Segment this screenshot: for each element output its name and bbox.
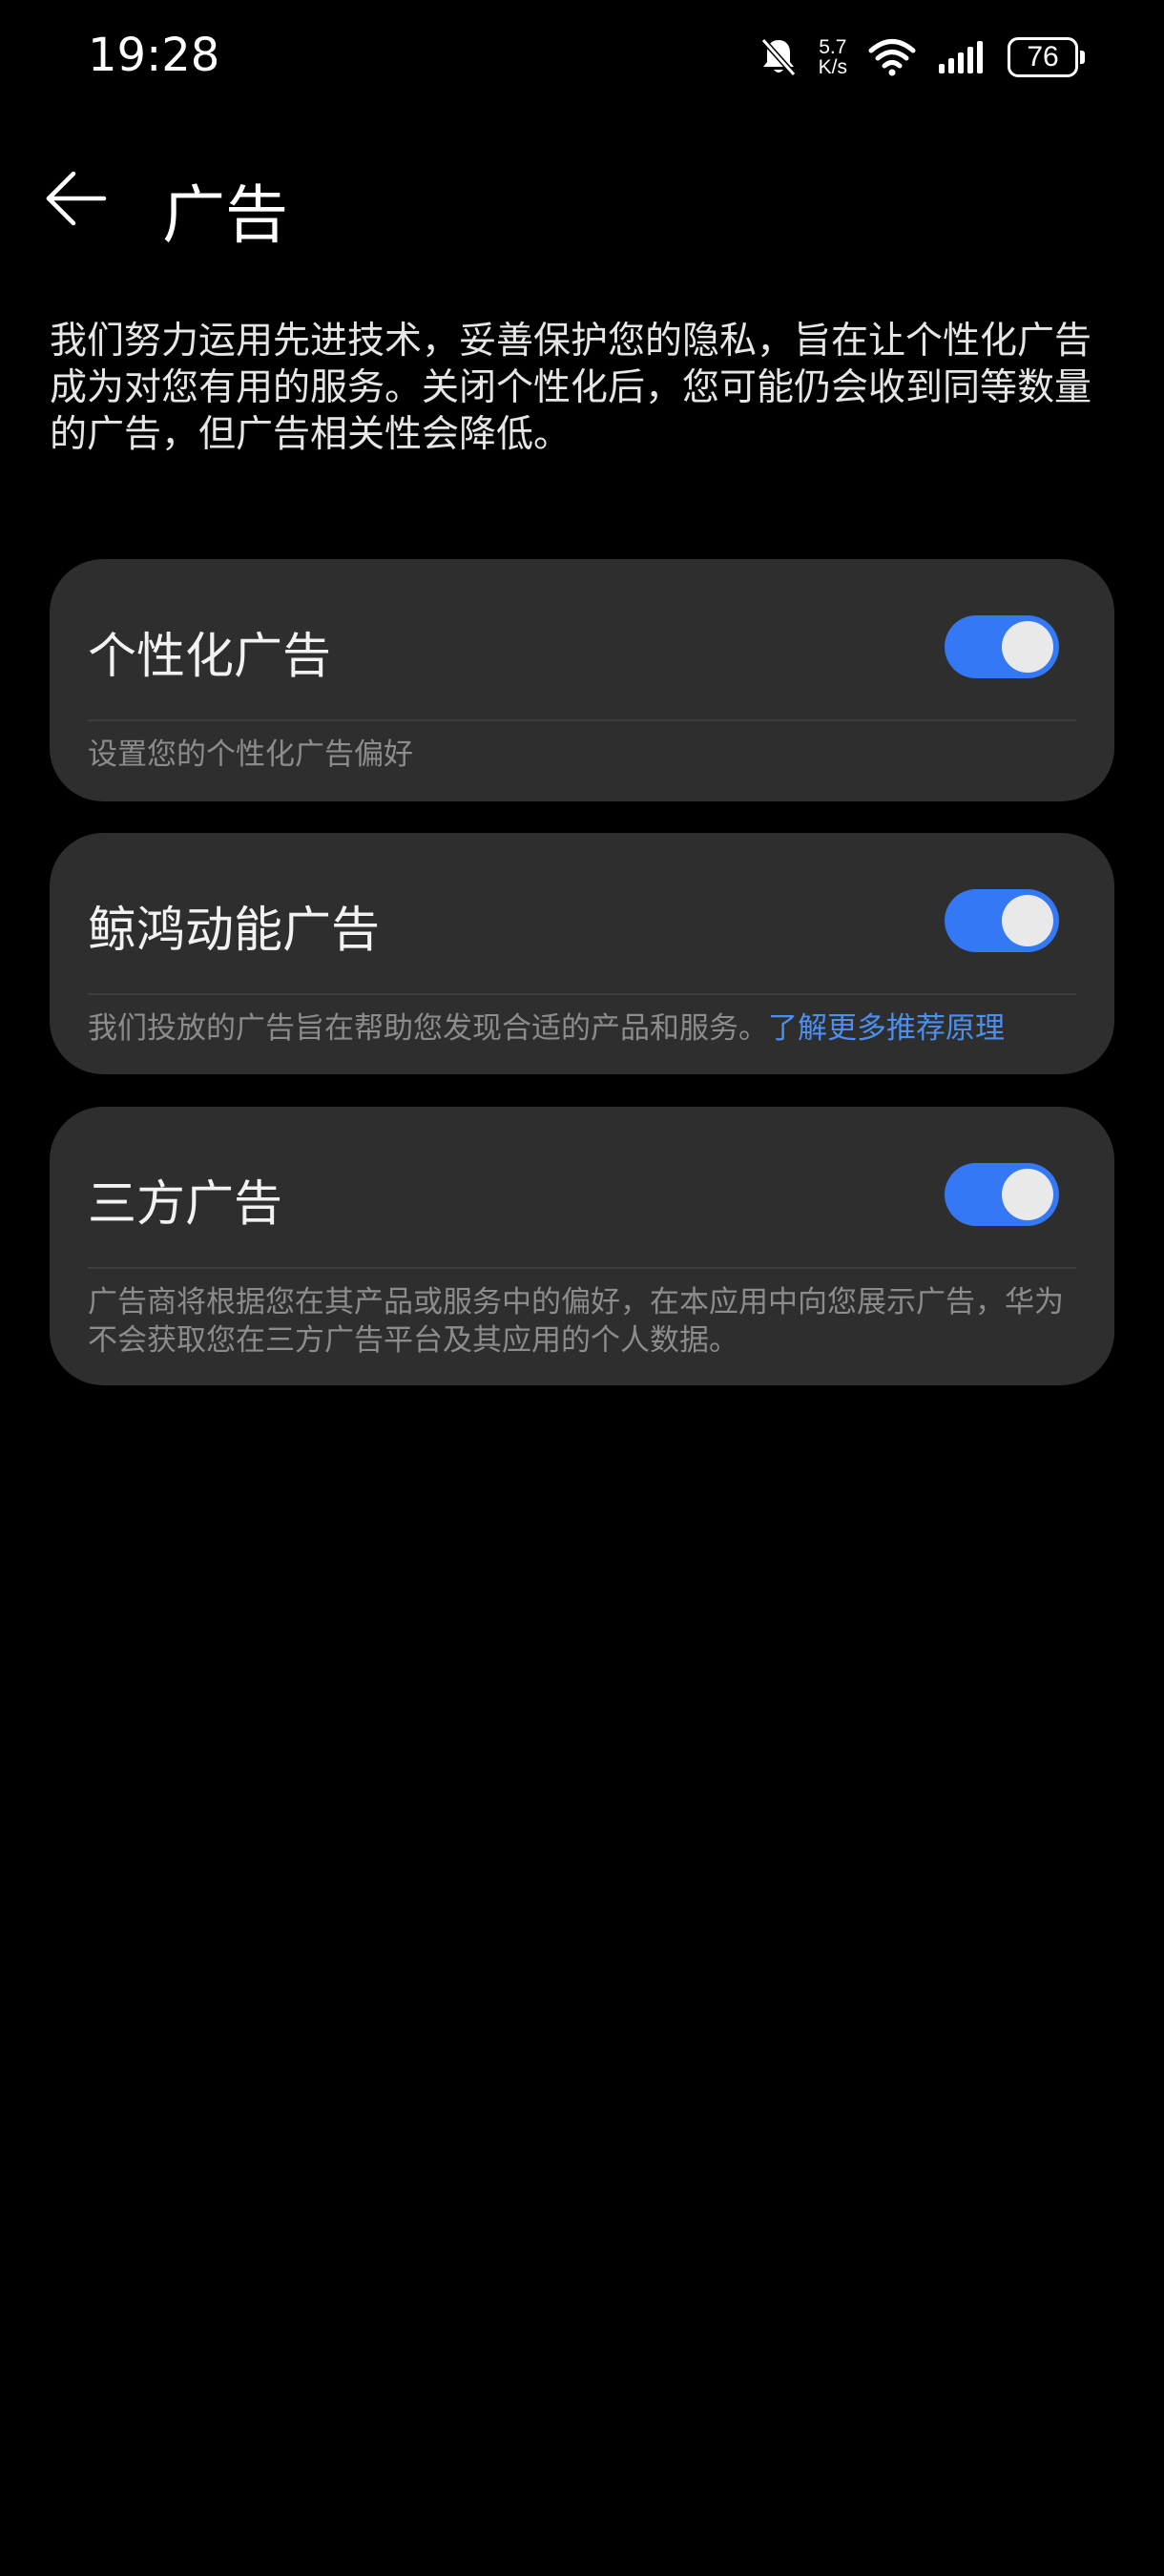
network-speed-value: 5.7 — [819, 36, 847, 58]
intro-text: 我们努力运用先进技术，妥善保护您的隐私，旨在让个性化广告成为对您有用的服务。关闭… — [50, 320, 1092, 456]
network-speed-unit: K/s — [818, 56, 847, 78]
back-arrow-icon — [43, 170, 108, 231]
status-icons: 5.7 K/s 76 — [759, 32, 1085, 82]
header: 广告 — [0, 153, 1164, 252]
third-party-ads-toggle[interactable] — [945, 1163, 1059, 1226]
network-speed: 5.7 K/s — [819, 37, 847, 77]
personalized-ads-description: 设置您的个性化广告偏好 — [88, 737, 413, 772]
learn-more-link[interactable]: 了解更多推荐原理 — [768, 1011, 1005, 1046]
toggle-knob — [1002, 1169, 1053, 1220]
back-button[interactable] — [32, 162, 118, 239]
personalized-ads-toggle[interactable] — [945, 615, 1059, 678]
third-party-ads-description: 广告商将根据您在其产品或服务中的偏好，在本应用中向您展示广告，华为不会获取您在三… — [88, 1285, 1064, 1358]
bell-muted-icon — [759, 36, 798, 78]
toggle-knob — [1002, 895, 1053, 946]
third-party-ads-title: 三方广告 — [88, 1176, 283, 1233]
petal-ads-description: 我们投放的广告旨在帮助您发现合适的产品和服务。了解更多推荐原理 — [88, 1009, 1076, 1048]
page-title: 广告 — [162, 178, 288, 252]
petal-ads-title: 鲸鸿动能广告 — [88, 903, 381, 959]
status-time: 19:28 — [88, 29, 220, 82]
petal-ads-toggle[interactable] — [945, 889, 1059, 952]
personalized-ads-card: 个性化广告 设置您的个性化广告偏好 — [50, 559, 1114, 801]
petal-ads-description-text: 我们投放的广告旨在帮助您发现合适的产品和服务。 — [88, 1011, 768, 1046]
personalized-ads-title: 个性化广告 — [88, 629, 332, 685]
divider — [88, 1267, 1076, 1269]
battery-icon: 76 — [1008, 37, 1085, 77]
divider — [88, 719, 1076, 721]
third-party-ads-card: 三方广告 广告商将根据您在其产品或服务中的偏好，在本应用中向您展示广告，华为不会… — [50, 1107, 1114, 1385]
divider — [88, 993, 1076, 995]
toggle-knob — [1002, 621, 1053, 673]
signal-icon — [937, 39, 987, 75]
petal-ads-card: 鲸鸿动能广告 我们投放的广告旨在帮助您发现合适的产品和服务。了解更多推荐原理 — [50, 833, 1114, 1074]
status-bar: 19:28 5.7 K/s 76 — [0, 0, 1164, 114]
wifi-icon — [868, 38, 916, 76]
